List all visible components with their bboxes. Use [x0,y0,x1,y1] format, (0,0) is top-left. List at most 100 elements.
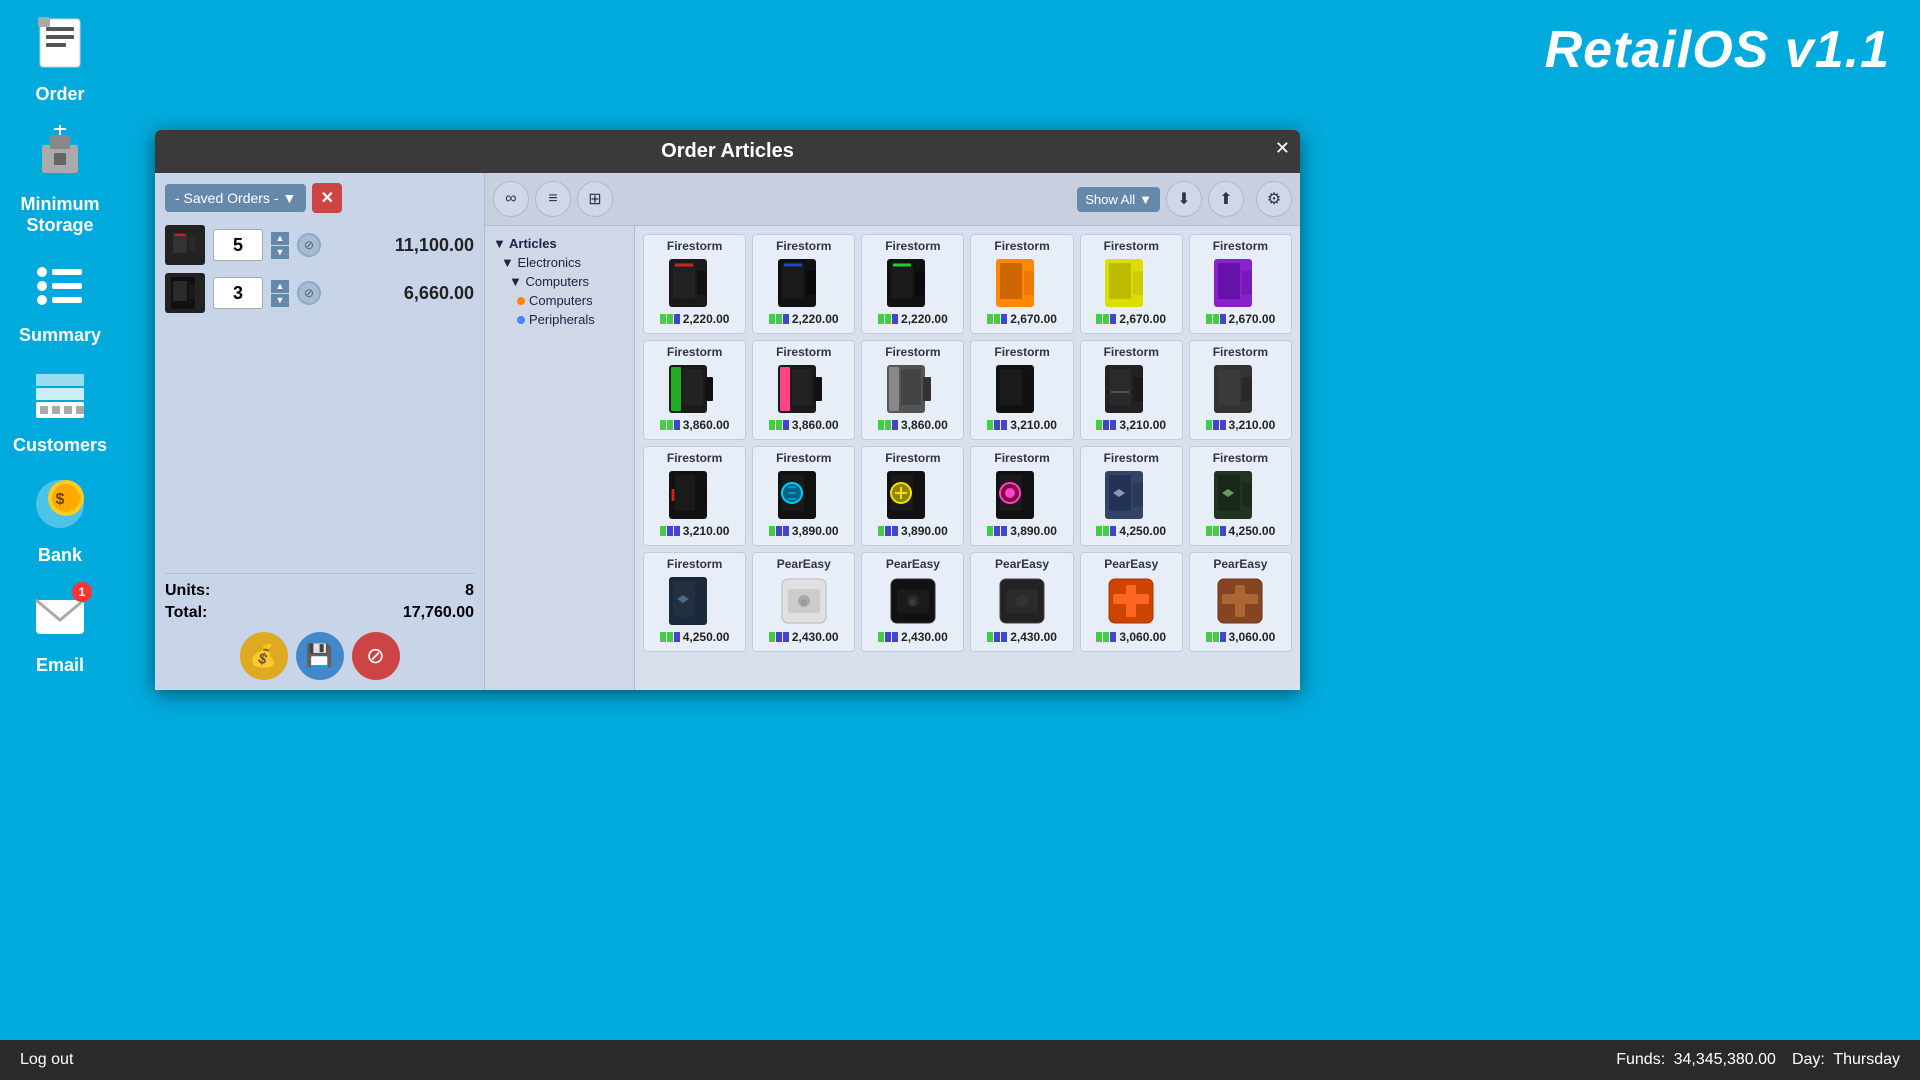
total-value: 17,760.00 [403,604,474,622]
app-title: RetailOS v1.1 [1545,20,1890,80]
right-panel: ∞ ≡ ⊞ Show All ▼ ⬇ ⬆ ⚙ ▼ A [485,173,1300,690]
cancel-item-1[interactable]: ⊘ [297,233,321,257]
tree-peripherals-leaf[interactable]: Peripherals [493,310,626,329]
product-firestorm-darkgreen[interactable]: Firestorm 4,250.00 [1189,446,1292,546]
tree-panel: ▼ Articles ▼ Electronics ▼ Computers Com… [485,226,635,690]
product-peareasy-browncross[interactable]: PearEasy 3,060.00 [1189,552,1292,652]
order-item-1-image [165,225,205,265]
sidebar-email-label: Email [36,655,84,676]
order-item-1-price: 11,100.00 [395,235,474,256]
sidebar-item-order[interactable]: Order [0,10,120,110]
email-icon: 1 [32,586,88,651]
units-value: 8 [465,582,474,600]
modal-title: Order Articles [661,140,794,162]
action-buttons: 💰 💾 ⊘ [165,632,474,680]
products-grid: Firestorm 2,220.00 [635,226,1300,690]
product-firestorm-darkblue[interactable]: Firestorm 4,250.00 [1080,446,1183,546]
sidebar-item-minimum-storage[interactable]: MinimumStorage [0,120,120,241]
pay-button[interactable]: 💰 [240,632,288,680]
order-icon [32,15,88,80]
product-firestorm-yellow2[interactable]: Firestorm 3,890.0 [861,446,964,546]
clear-order-button[interactable]: ✕ [312,183,342,213]
order-item-1: 5 ▲ ▼ ⊘ 11,100.00 [165,225,474,265]
tree-computers[interactable]: ▼ Computers [493,272,626,291]
order-item-2-image [165,273,205,313]
sidebar-item-email[interactable]: 1 Email [0,581,120,681]
total-label: Total: [165,604,207,622]
list-btn[interactable]: ≡ [535,181,571,217]
svg-text:$: $ [56,491,65,508]
tree-articles[interactable]: ▼ Articles [493,234,626,253]
product-firestorm-black2[interactable]: Firestorm 3,210.00 [1080,340,1183,440]
qty-arrows-2: ▲ ▼ [271,280,289,307]
sidebar-item-bank[interactable]: $ Bank [0,471,120,571]
product-firestorm-black1[interactable]: Firestorm 3,210.00 [970,340,1073,440]
product-peareasy-black[interactable]: PearEasy ⚙ 2,430.00 [861,552,964,652]
sidebar-item-summary[interactable]: Summary [0,251,120,351]
sidebar-summary-label: Summary [19,325,101,346]
product-firestorm-blue[interactable]: Firestorm 2,220.00 [752,234,855,334]
product-peareasy-white[interactable]: PearEasy ⚙ 2,430.00 [752,552,855,652]
qty-up-2[interactable]: ▲ [271,280,289,293]
cancel-item-2[interactable]: ⊘ [297,281,321,305]
sort-btn[interactable]: ⬇ [1166,181,1202,217]
qty-up-1[interactable]: ▲ [271,232,289,245]
total-row: Total: 17,760.00 [165,604,474,622]
order-item-1-qty: 5 [213,229,263,261]
product-firestorm-navy[interactable]: Firestorm 4,250.00 [643,552,746,652]
grid-btn[interactable]: ⊞ [577,181,613,217]
show-all-dropdown[interactable]: Show All ▼ [1077,187,1160,212]
order-item-2-qty: 3 [213,277,263,309]
sidebar-bank-label: Bank [38,545,82,566]
right-content: ▼ Articles ▼ Electronics ▼ Computers Com… [485,226,1300,690]
summary-icon [32,256,88,321]
product-firestorm-blackred[interactable]: Firestorm 3,210.00 [643,446,746,546]
modal-body: - Saved Orders - ▼ ✕ 5 [155,173,1300,690]
right-toolbar: ∞ ≡ ⊞ Show All ▼ ⬇ ⬆ ⚙ [485,173,1300,226]
settings-btn[interactable]: ⚙ [1256,181,1292,217]
svg-text:⚙: ⚙ [800,598,807,607]
order-item-2: 3 ▲ ▼ ⊘ 6,660.00 [165,273,474,313]
infinity-btn[interactable]: ∞ [493,181,529,217]
save-button[interactable]: 💾 [296,632,344,680]
logout-button[interactable]: Log out [20,1051,73,1069]
product-firestorm-cyan[interactable]: Firestorm [752,446,855,546]
units-label: Units: [165,582,210,600]
product-firestorm-purple[interactable]: Firestorm 2,670.00 [1189,234,1292,334]
saved-orders-button[interactable]: - Saved Orders - ▼ [165,184,306,212]
sidebar-item-customers[interactable]: Customers [0,361,120,461]
modal-close-button[interactable]: ✕ [1275,138,1290,159]
product-firestorm-pinkpanel[interactable]: Firestorm 3,860.00 [752,340,855,440]
product-firestorm-red[interactable]: Firestorm 2,220.00 [643,234,746,334]
tree-electronics[interactable]: ▼ Electronics [493,253,626,272]
qty-down-1[interactable]: ▼ [271,246,289,259]
product-peareasy-orangecross[interactable]: PearEasy 3,060.00 [1080,552,1183,652]
expand-btn[interactable]: ⬆ [1208,181,1244,217]
saved-orders-bar: - Saved Orders - ▼ ✕ [165,183,474,213]
order-summary: Units: 8 Total: 17,760.00 💰 💾 ⊘ [165,573,474,680]
tree-computers-leaf[interactable]: Computers [493,291,626,310]
svg-text:⚙: ⚙ [909,598,916,607]
product-peareasy-dark[interactable]: PearEasy 2,430.00 [970,552,1073,652]
sidebar-storage-label: MinimumStorage [21,194,100,236]
order-item-2-price: 6,660.00 [404,283,474,304]
product-firestorm-dark[interactable]: Firestorm 3,210.00 [1189,340,1292,440]
product-firestorm-greypanel[interactable]: Firestorm 3,860.00 [861,340,964,440]
product-firestorm-green[interactable]: Firestorm 2,220.00 [861,234,964,334]
sidebar: Order MinimumStorage Summary [0,0,120,1040]
email-badge-count: 1 [72,582,92,602]
status-bar: Log out Funds: 34,345,380.00 Day: Thursd… [0,1040,1920,1080]
qty-down-2[interactable]: ▼ [271,294,289,307]
product-firestorm-greenpanel[interactable]: Firestorm 3,860.00 [643,340,746,440]
customers-icon [32,366,88,431]
product-firestorm-pink2[interactable]: Firestorm 3,890.00 [970,446,1073,546]
qty-arrows-1: ▲ ▼ [271,232,289,259]
product-firestorm-yellow[interactable]: Firestorm 2,670.00 [1080,234,1183,334]
modal-titlebar: Order Articles ✕ [155,130,1300,173]
sidebar-customers-label: Customers [13,435,107,456]
sidebar-order-label: Order [35,84,84,105]
cancel-button[interactable]: ⊘ [352,632,400,680]
units-row: Units: 8 [165,582,474,600]
product-firestorm-orange[interactable]: Firestorm 2,670.00 [970,234,1073,334]
minimum-storage-icon [32,125,88,190]
